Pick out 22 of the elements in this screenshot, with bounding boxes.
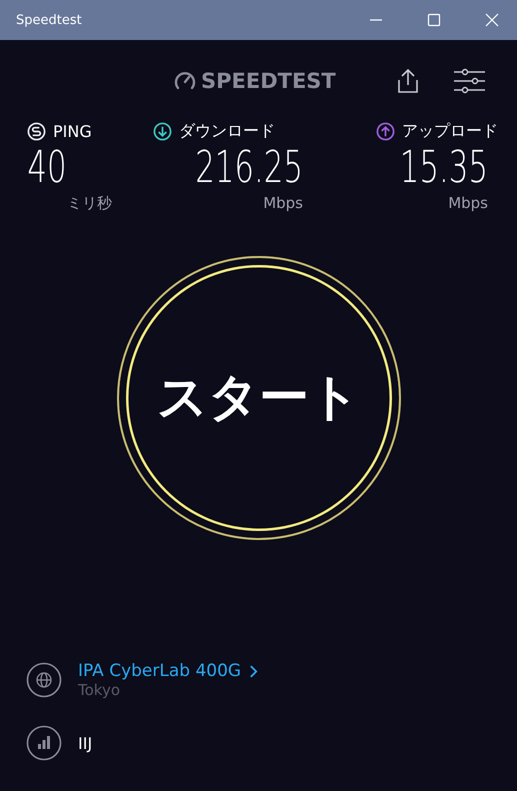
maximize-icon[interactable]	[427, 13, 441, 27]
metric-value: 15.35	[400, 142, 488, 194]
close-icon[interactable]	[485, 13, 499, 27]
settings-icon[interactable]	[452, 68, 485, 94]
provider-name: IIJ	[78, 734, 92, 752]
signal-bars-icon	[26, 725, 62, 761]
server-location: Tokyo	[78, 681, 121, 699]
share-icon[interactable]	[396, 68, 419, 94]
metric-label: PING	[53, 122, 92, 140]
chevron-icon[interactable]	[249, 664, 258, 678]
app-logo: SPEEDTEST	[201, 69, 336, 93]
metric-unit: Mbps	[448, 194, 488, 212]
metric-label: ダウンロード	[179, 120, 275, 142]
start-button[interactable]: スタート	[116, 256, 400, 540]
globe-icon	[26, 662, 62, 698]
metric-unit: ミリ秒	[67, 194, 112, 213]
window-title: Speedtest	[16, 12, 82, 28]
metric-unit: Mbps	[263, 194, 303, 212]
metric-label: アップロード	[402, 120, 498, 142]
server-link[interactable]: IPA CyberLab 400G	[78, 661, 242, 681]
metric-value: 40	[27, 142, 67, 194]
metric-value: 216.25	[195, 142, 303, 194]
